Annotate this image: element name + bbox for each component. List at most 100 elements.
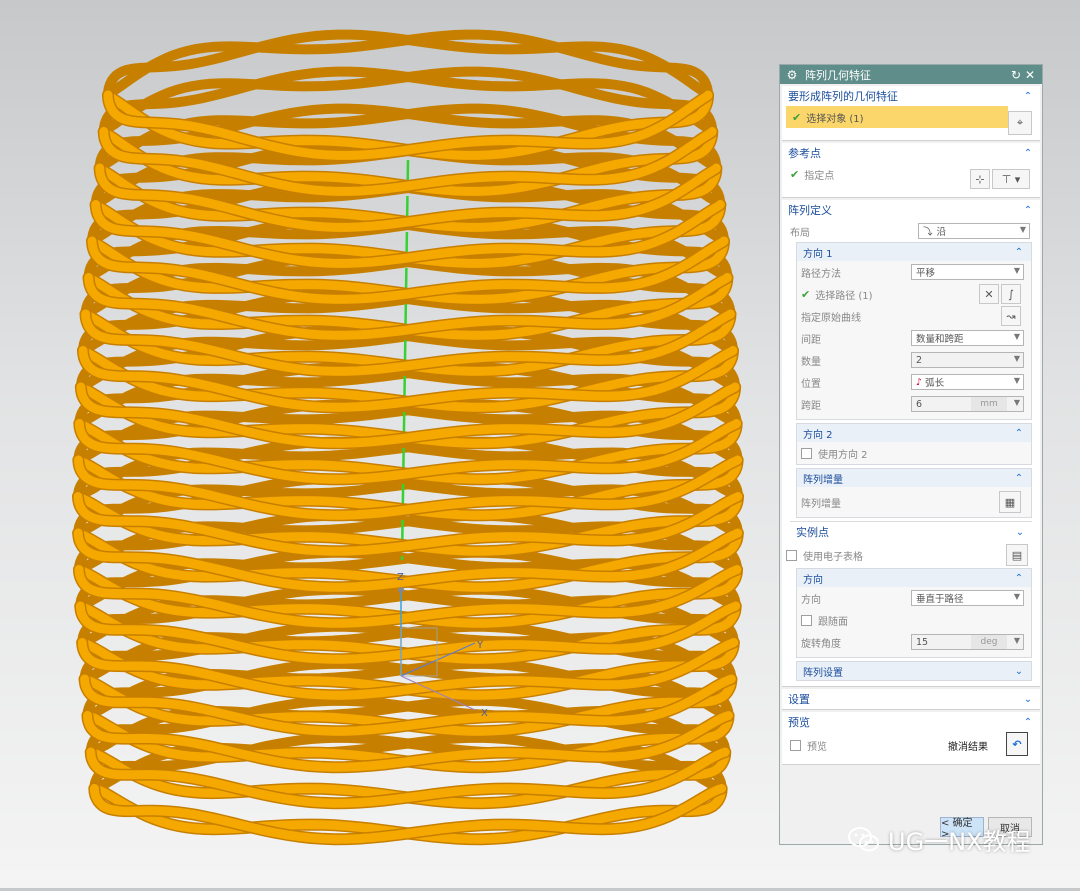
- crosshair-select-button[interactable]: ⌖: [1008, 111, 1032, 135]
- section-definition-header[interactable]: 阵列定义 ⌃: [782, 200, 1040, 220]
- span-row: 跨距 6 mm ▼: [797, 393, 1031, 415]
- graphics-viewport[interactable]: X Y Z: [0, 0, 770, 888]
- select-path-label: 选择路径 (1): [815, 290, 873, 302]
- chevron-down-icon[interactable]: ⌄: [1013, 666, 1025, 677]
- follow-face-row[interactable]: 跟随面: [797, 609, 1031, 631]
- point-dialog-icon[interactable]: ⊹: [970, 169, 990, 189]
- section-preview-header[interactable]: 预览 ⌃: [782, 712, 1040, 732]
- chevron-up-icon[interactable]: ⌃: [1013, 428, 1025, 439]
- section-settings-header[interactable]: 设置 ⌄: [782, 689, 1040, 709]
- chevron-down-icon: ▼: [1013, 398, 1020, 407]
- curve-icon[interactable]: ∫: [1001, 284, 1021, 304]
- rotation-angle-value: 15: [916, 636, 929, 648]
- orientation-direction-row: 方向 垂直于路径 ▼: [797, 587, 1031, 609]
- chevron-up-icon[interactable]: ⌃: [1013, 247, 1025, 258]
- path-method-select[interactable]: 平移 ▼: [911, 264, 1024, 280]
- direction-2-header[interactable]: 方向 2 ⌃: [797, 424, 1031, 442]
- orientation-direction-select[interactable]: 垂直于路径 ▼: [911, 590, 1024, 606]
- position-label: 位置: [801, 378, 821, 390]
- along-icon: ⤵: [923, 227, 933, 238]
- span-label: 跨距: [801, 400, 821, 412]
- rotation-angle-input[interactable]: 15 deg ▼: [911, 634, 1024, 650]
- section-settings: 设置 ⌄: [782, 689, 1040, 710]
- watermark: UG一NX教程: [848, 822, 1031, 857]
- section-reference-title: 参考点: [788, 147, 821, 160]
- position-value: 弧长: [925, 378, 945, 389]
- chevron-down-icon: ▼: [1019, 225, 1026, 234]
- origin-curve-row[interactable]: 指定原始曲线 ↝: [797, 305, 1031, 327]
- section-geometry: 要形成阵列的几何特征 ⌃ ✔ 选择对象 (1) ⌖: [782, 86, 1040, 141]
- spreadsheet-checkbox[interactable]: [786, 549, 797, 561]
- select-path-row[interactable]: ✔ 选择路径 (1) ✕ ∫: [797, 283, 1031, 305]
- chevron-up-icon[interactable]: ⌃: [1013, 473, 1025, 484]
- direction-1-title: 方向 1: [803, 248, 833, 260]
- chevron-up-icon[interactable]: ⌃: [1022, 91, 1034, 102]
- span-input[interactable]: 6 mm ▼: [911, 396, 1024, 412]
- use-direction-2-row[interactable]: 使用方向 2: [797, 442, 1031, 464]
- orientation-direction-label: 方向: [801, 594, 821, 606]
- origin-curve-label: 指定原始曲线: [801, 312, 861, 324]
- gear-icon[interactable]: ⚙: [785, 68, 799, 82]
- follow-face-checkbox[interactable]: [801, 614, 812, 626]
- instance-points-header[interactable]: 实例点 ⌄: [790, 521, 1032, 542]
- section-geometry-title: 要形成阵列的几何特征: [788, 90, 898, 103]
- section-definition-title: 阵列定义: [788, 204, 832, 217]
- use-direction-2-label: 使用方向 2: [818, 449, 868, 461]
- direction-2-title: 方向 2: [803, 429, 833, 441]
- z-axis-handle[interactable]: [398, 587, 404, 593]
- section-reference-header[interactable]: 参考点 ⌃: [782, 143, 1040, 163]
- y-axis-label: Y: [476, 640, 484, 651]
- path-method-value: 平移: [916, 268, 936, 279]
- chevron-up-icon[interactable]: ⌃: [1022, 205, 1034, 216]
- increment-header[interactable]: 阵列增量 ⌃: [797, 469, 1031, 487]
- chevron-up-icon[interactable]: ⌃: [1022, 148, 1034, 159]
- spacing-value: 数量和跨距: [916, 334, 964, 345]
- point-type-dropdown[interactable]: ⊤ ▾: [992, 169, 1030, 189]
- subsection-direction-1: 方向 1 ⌃ 路径方法 平移 ▼ ✔ 选择路径 (1) ✕ ∫ 指定原始曲线 ↝: [796, 242, 1032, 420]
- increment-table-icon[interactable]: ▦: [999, 491, 1021, 513]
- chevron-down-icon[interactable]: ⌄: [1022, 694, 1034, 705]
- chevron-down-icon[interactable]: ⌄: [1014, 527, 1026, 538]
- close-icon[interactable]: ✕: [1023, 68, 1037, 82]
- chevron-up-icon[interactable]: ⌃: [1022, 717, 1034, 728]
- chevron-down-icon: ▼: [1013, 354, 1020, 363]
- subsection-direction-2: 方向 2 ⌃ 使用方向 2: [796, 423, 1032, 465]
- increment-label: 阵列增量: [801, 498, 841, 510]
- origin-curve-icon[interactable]: ↝: [1001, 306, 1021, 326]
- reverse-direction-icon[interactable]: ✕: [979, 284, 999, 304]
- checkmark-icon: ✔: [801, 287, 811, 301]
- direction-1-header[interactable]: 方向 1 ⌃: [797, 243, 1031, 261]
- increment-title: 阵列增量: [803, 474, 843, 486]
- spreadsheet-icon[interactable]: ▤: [1006, 544, 1028, 566]
- undo-icon[interactable]: ↶: [1006, 732, 1028, 756]
- select-object-row[interactable]: ✔ 选择对象 (1): [786, 106, 1008, 128]
- position-select[interactable]: ♪ 弧长 ▼: [911, 374, 1024, 390]
- layout-select[interactable]: ⤵ 沿 ▼: [918, 223, 1030, 239]
- spacing-select[interactable]: 数量和跨距 ▼: [911, 330, 1024, 346]
- reset-icon[interactable]: ↻: [1009, 68, 1023, 82]
- count-label: 数量: [801, 356, 821, 368]
- layout-value: 沿: [936, 227, 947, 238]
- pattern-settings-header[interactable]: 阵列设置 ⌄: [797, 662, 1031, 680]
- pattern-geometry-dialog: ⚙ 阵列几何特征 ↻ ✕ 要形成阵列的几何特征 ⌃ ✔ 选择对象 (1) ⌖ 参…: [779, 64, 1043, 845]
- count-input[interactable]: 2 ▼: [911, 352, 1024, 368]
- spreadsheet-row[interactable]: 使用电子表格 ▤: [782, 542, 1040, 568]
- path-method-label: 路径方法: [801, 268, 841, 280]
- x-axis-label: X: [481, 708, 488, 719]
- increment-row: 阵列增量 ▦: [797, 487, 1031, 517]
- section-settings-title: 设置: [788, 693, 810, 706]
- section-reference-point: 参考点 ⌃ ✔ 指定点 ⊹ ⊤ ▾: [782, 143, 1040, 198]
- instance-points-title: 实例点: [796, 526, 829, 539]
- section-geometry-header[interactable]: 要形成阵列的几何特征 ⌃: [782, 86, 1040, 106]
- chevron-down-icon: ▼: [1013, 592, 1020, 601]
- use-direction-2-checkbox[interactable]: [801, 447, 812, 459]
- preview-row[interactable]: 预览 撤消结果 ↶: [782, 732, 1040, 758]
- span-unit: mm: [971, 397, 1007, 411]
- preview-checkbox[interactable]: [790, 739, 801, 751]
- orientation-direction-value: 垂直于路径: [916, 594, 964, 605]
- chevron-down-icon: ▼: [1013, 636, 1020, 645]
- layout-row: 布局 ⤵ 沿 ▼: [782, 220, 1040, 242]
- chevron-up-icon[interactable]: ⌃: [1013, 573, 1025, 584]
- chevron-down-icon: ▼: [1013, 332, 1020, 341]
- orientation-header[interactable]: 方向 ⌃: [797, 569, 1031, 587]
